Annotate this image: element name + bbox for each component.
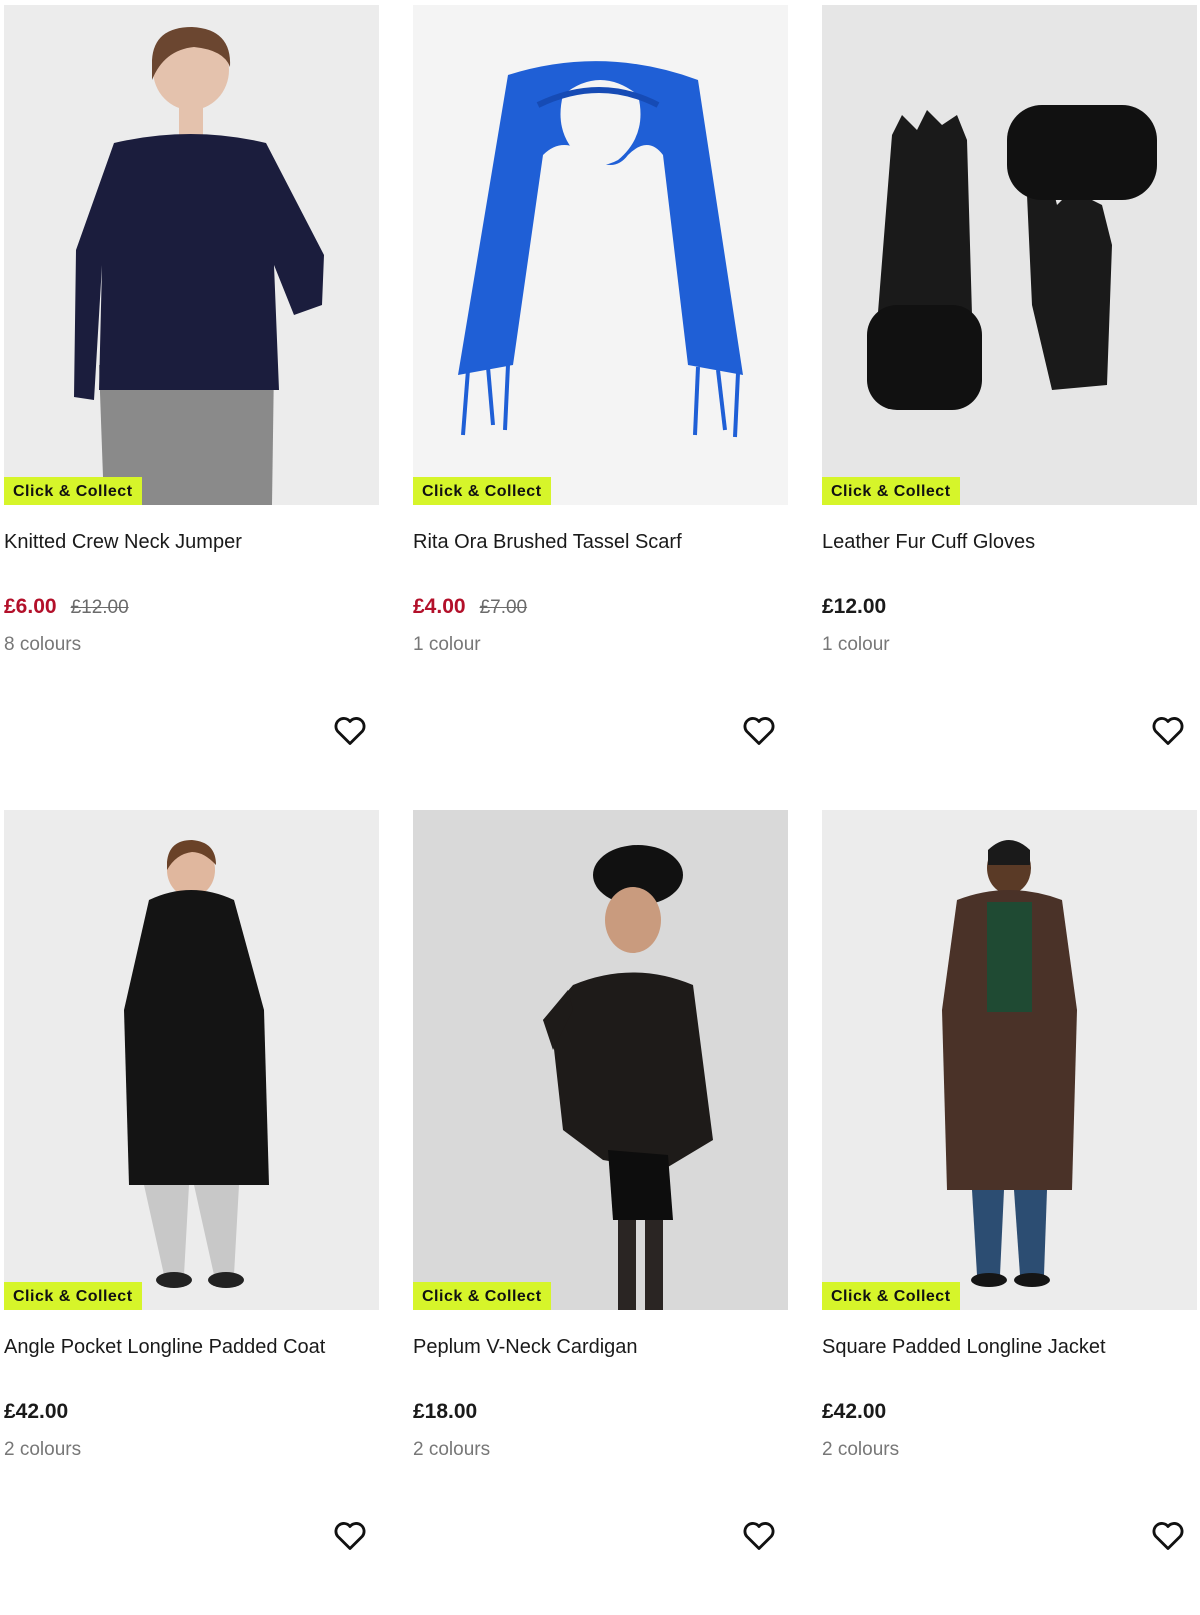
jumper-photo xyxy=(4,5,379,505)
product-image-padded-coat[interactable]: Click & Collect xyxy=(4,810,379,1310)
add-to-favourites-button[interactable] xyxy=(1149,711,1187,749)
product-card[interactable]: Click & Collect Peplum V-Neck Cardigan £… xyxy=(413,810,788,1615)
product-prices: £4.00 £7.00 xyxy=(413,594,527,621)
click-collect-badge: Click & Collect xyxy=(822,1282,960,1310)
click-collect-badge: Click & Collect xyxy=(413,1282,551,1310)
product-card[interactable]: Click & Collect Leather Fur Cuff Gloves … xyxy=(822,5,1197,810)
product-prices: £6.00 £12.00 xyxy=(4,594,129,621)
product-name[interactable]: Peplum V-Neck Cardigan xyxy=(413,1334,638,1360)
was-price: £7.00 xyxy=(479,597,528,618)
product-name[interactable]: Square Padded Longline Jacket xyxy=(822,1334,1106,1360)
click-collect-badge: Click & Collect xyxy=(4,1282,142,1310)
add-to-favourites-button[interactable] xyxy=(740,711,778,749)
sale-price: £4.00 xyxy=(413,595,466,618)
product-prices: £12.00 xyxy=(822,594,886,620)
add-to-favourites-button[interactable] xyxy=(1149,1516,1187,1554)
product-card[interactable]: Click & Collect Knitted Crew Neck Jumper… xyxy=(4,5,379,810)
product-image-cardigan[interactable]: Click & Collect xyxy=(413,810,788,1310)
product-prices: £42.00 xyxy=(822,1399,886,1425)
click-collect-badge: Click & Collect xyxy=(4,477,142,505)
colour-count: 2 colours xyxy=(413,1439,491,1460)
scarf-photo xyxy=(413,5,788,505)
heart-icon xyxy=(1152,1522,1184,1550)
gloves-photo xyxy=(822,5,1197,505)
colour-count: 2 colours xyxy=(822,1439,900,1460)
padded-jacket-photo xyxy=(822,810,1197,1310)
product-grid: Click & Collect Knitted Crew Neck Jumper… xyxy=(4,5,1197,1615)
product-name[interactable]: Knitted Crew Neck Jumper xyxy=(4,529,242,555)
colour-count: 1 colour xyxy=(822,634,890,655)
add-to-favourites-button[interactable] xyxy=(331,1516,369,1554)
price: £42.00 xyxy=(4,1400,69,1423)
click-collect-badge: Click & Collect xyxy=(822,477,960,505)
heart-icon xyxy=(334,717,366,745)
heart-icon xyxy=(743,1522,775,1550)
colour-count: 2 colours xyxy=(4,1439,82,1460)
padded-coat-photo xyxy=(4,810,379,1310)
click-collect-badge: Click & Collect xyxy=(413,477,551,505)
product-name[interactable]: Angle Pocket Longline Padded Coat xyxy=(4,1334,325,1360)
heart-icon xyxy=(1152,717,1184,745)
product-name[interactable]: Rita Ora Brushed Tassel Scarf xyxy=(413,529,682,555)
product-name[interactable]: Leather Fur Cuff Gloves xyxy=(822,529,1035,555)
price: £42.00 xyxy=(822,1400,887,1423)
sale-price: £6.00 xyxy=(4,595,57,618)
product-card[interactable]: Click & Collect Rita Ora Brushed Tassel … xyxy=(413,5,788,810)
colour-count: 1 colour xyxy=(413,634,481,655)
product-card[interactable]: Click & Collect Square Padded Longline J… xyxy=(822,810,1197,1615)
cardigan-photo xyxy=(413,810,788,1310)
add-to-favourites-button[interactable] xyxy=(740,1516,778,1554)
was-price: £12.00 xyxy=(70,597,129,618)
price: £18.00 xyxy=(413,1400,478,1423)
product-prices: £18.00 xyxy=(413,1399,477,1425)
colour-count: 8 colours xyxy=(4,634,82,655)
product-image-jumper[interactable]: Click & Collect xyxy=(4,5,379,505)
heart-icon xyxy=(334,1522,366,1550)
product-prices: £42.00 xyxy=(4,1399,68,1425)
price: £12.00 xyxy=(822,595,887,618)
product-image-padded-jacket[interactable]: Click & Collect xyxy=(822,810,1197,1310)
product-image-scarf[interactable]: Click & Collect xyxy=(413,5,788,505)
product-image-gloves[interactable]: Click & Collect xyxy=(822,5,1197,505)
add-to-favourites-button[interactable] xyxy=(331,711,369,749)
heart-icon xyxy=(743,717,775,745)
product-card[interactable]: Click & Collect Angle Pocket Longline Pa… xyxy=(4,810,379,1615)
